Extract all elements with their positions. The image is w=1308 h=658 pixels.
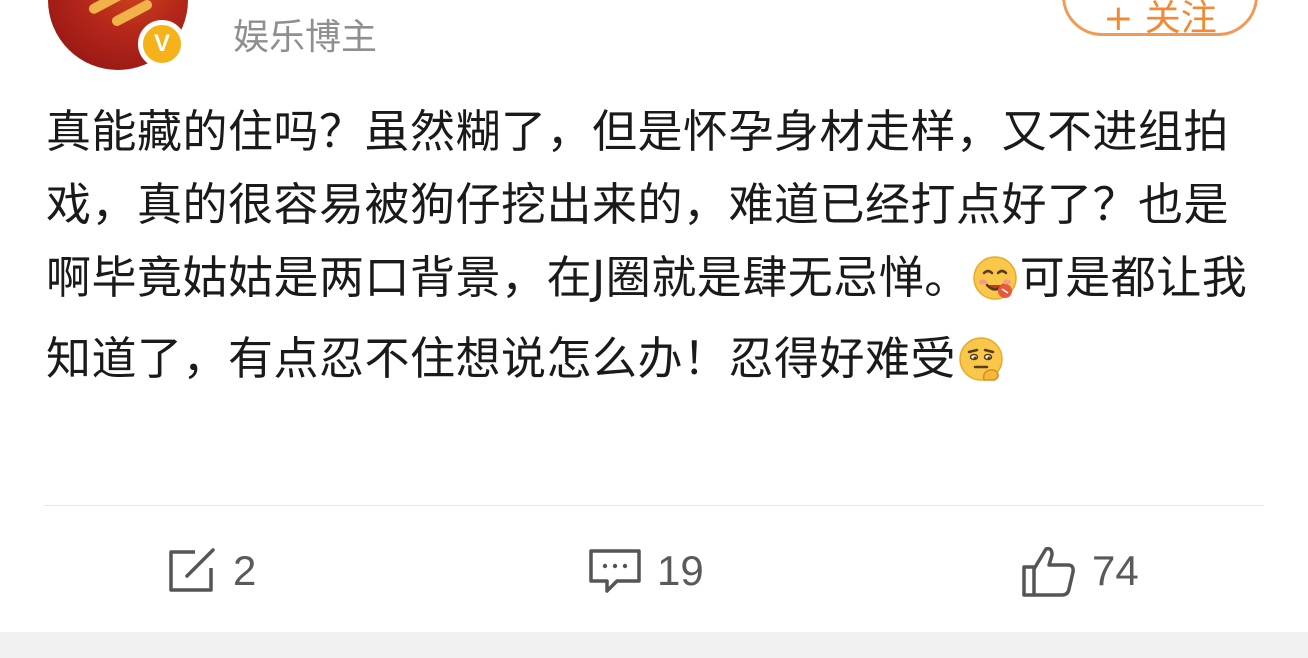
repost-button[interactable]: 2 [165,538,256,604]
repost-count: 2 [233,547,257,594]
yum-emoji-icon [972,249,1018,322]
author-title: 娱乐博主 [233,17,378,58]
follow-button[interactable]: + 关注 [1062,0,1258,39]
verified-v-icon: V [138,20,186,68]
post-text: 真能藏的住吗？虽然糊了，但是怀孕身材走样，又不进组拍戏，真的很容易被狗仔挖出来的… [46,95,1268,403]
comment-button[interactable]: 19 [587,538,704,604]
feed-separator [0,632,1308,658]
divider [44,505,1264,506]
repost-icon [169,548,215,592]
weibo-post-card: V 娱乐博主 + 关注 真能藏的住吗？虽然糊了，但是怀孕身材走样，又不进组拍戏，… [0,0,1308,632]
thinking-emoji-icon [958,330,1004,403]
comment-icon [589,549,641,593]
thumbs-up-icon [1022,546,1075,597]
like-button[interactable]: 74 [1020,538,1139,604]
like-count: 74 [1092,547,1139,594]
comment-count: 19 [657,547,704,594]
